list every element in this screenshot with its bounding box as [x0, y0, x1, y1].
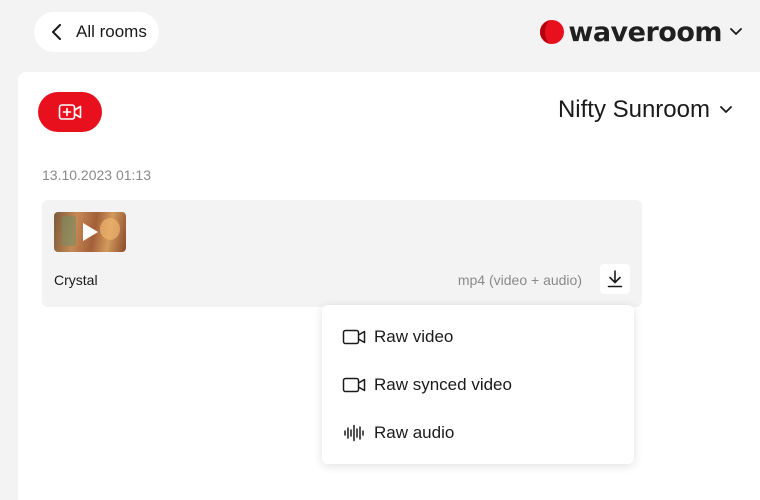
download-button[interactable]: [600, 264, 630, 294]
brand-name: waveroom: [568, 16, 722, 48]
download-icon: [607, 270, 623, 288]
menu-item-raw-synced-video[interactable]: Raw synced video: [322, 361, 634, 409]
recording-date: 13.10.2023 01:13: [42, 167, 151, 183]
audio-waveform-icon: [344, 424, 364, 442]
menu-item-label: Raw video: [374, 327, 454, 346]
waveroom-logo-icon: [540, 20, 565, 44]
menu-item-label: Raw synced video: [374, 375, 512, 394]
menu-item-label: Raw audio: [374, 423, 455, 442]
room-name: Nifty Sunroom: [557, 96, 710, 123]
recording-name: Crystal: [54, 272, 98, 288]
chevron-down-icon: [730, 28, 742, 35]
video-camera-icon: [342, 329, 366, 345]
chevron-left-icon: [52, 24, 61, 40]
play-icon: [83, 223, 98, 241]
all-rooms-label: All rooms: [76, 22, 147, 41]
menu-item-raw-video[interactable]: Raw video: [322, 313, 634, 361]
video-add-icon: [58, 104, 82, 120]
download-options-menu: Raw video Raw synced video Raw audio: [322, 305, 634, 464]
brand-menu[interactable]: waveroom: [539, 14, 742, 50]
start-recording-button[interactable]: [38, 92, 102, 132]
room-selector[interactable]: Nifty Sunroom: [558, 96, 732, 124]
menu-item-raw-audio[interactable]: Raw audio: [322, 409, 634, 457]
video-camera-icon: [342, 377, 366, 393]
recording-thumbnail[interactable]: [54, 212, 126, 252]
recording-format: mp4 (video + audio): [457, 272, 582, 288]
all-rooms-button[interactable]: All rooms: [34, 12, 159, 52]
recording-card: Crystal mp4 (video + audio): [42, 200, 642, 307]
chevron-down-icon: [720, 106, 732, 113]
